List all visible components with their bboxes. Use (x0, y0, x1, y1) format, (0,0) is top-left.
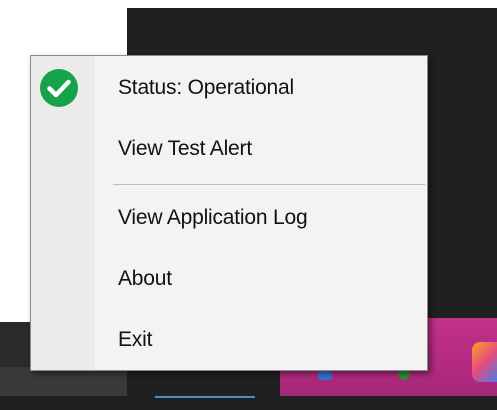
tray-app-icon[interactable] (318, 370, 332, 380)
menu-item-label: View Test Alert (118, 137, 252, 160)
menu-item-exit[interactable]: Exit (31, 314, 427, 366)
check-circle-icon (39, 68, 79, 108)
menu-separator (113, 184, 425, 185)
menu-item-status[interactable]: Status: Operational (31, 62, 427, 114)
menu-item-view-application-log[interactable]: View Application Log (31, 192, 427, 244)
menu-item-view-test-alert[interactable]: View Test Alert (31, 123, 427, 175)
menu-item-label: Status: Operational (118, 76, 294, 99)
taskbar-active-indicator (155, 396, 255, 398)
taskbar (0, 396, 497, 410)
menu-item-about[interactable]: About (31, 253, 427, 305)
menu-item-label: About (118, 267, 172, 290)
copilot-icon[interactable] (472, 342, 497, 382)
menu-item-label: Exit (118, 328, 153, 351)
tray-context-menu: Status: Operational View Test Alert View… (30, 55, 428, 371)
menu-item-label: View Application Log (118, 206, 308, 229)
